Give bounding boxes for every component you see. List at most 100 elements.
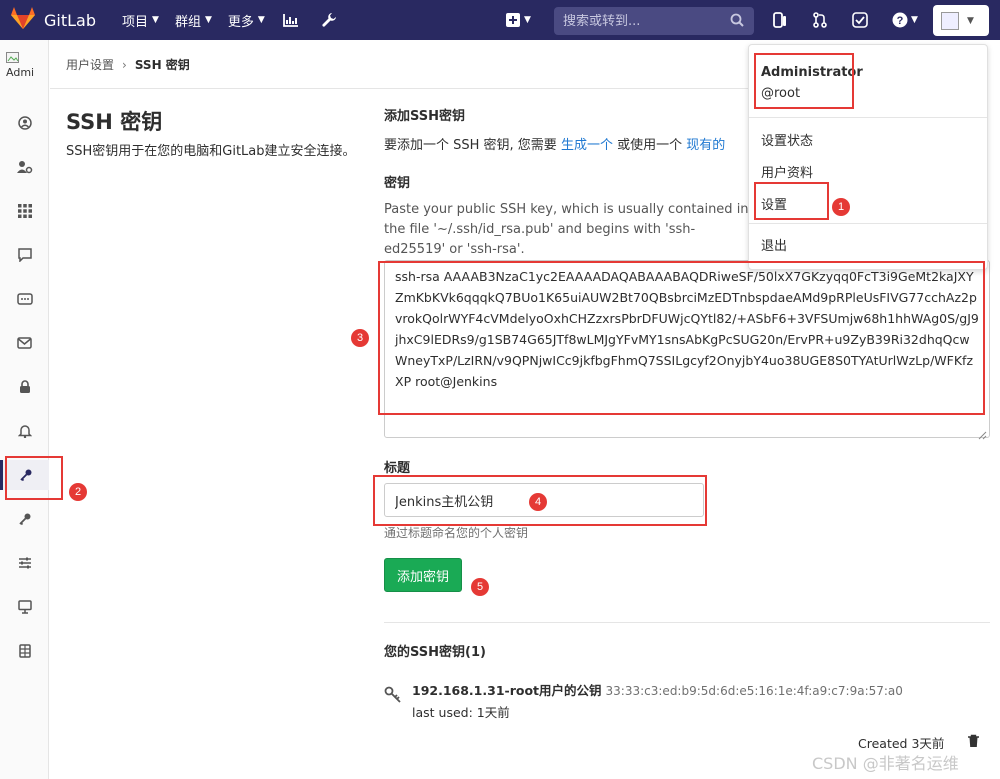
last-used-value: 1天前 <box>476 705 510 720</box>
page-title: SSH 密钥 <box>66 110 163 134</box>
chevron-down-icon: ▼ <box>257 15 265 25</box>
tanuki-icon <box>10 6 36 34</box>
sidebar-item-gpg-keys[interactable] <box>0 504 49 534</box>
add-key-button[interactable]: 添加密钥 <box>384 558 462 592</box>
menu-item-sign-out[interactable]: 退出 <box>761 235 787 254</box>
annotation-marker: 1 <box>832 198 850 216</box>
key-help-text: Paste your public SSH key, which is usua… <box>384 202 749 257</box>
trash-icon[interactable] <box>967 734 980 752</box>
created-label: Created <box>858 736 908 751</box>
intro-text: 或使用一个 <box>612 138 687 153</box>
gitlab-logo[interactable]: GitLab <box>10 6 96 34</box>
menu-label: 更多 <box>227 14 254 30</box>
avatar <box>941 11 959 30</box>
sidebar-item-emails[interactable] <box>0 328 49 358</box>
sidebar-item-access-tokens[interactable] <box>0 284 49 314</box>
generate-key-link[interactable]: 生成一个 <box>561 138 613 153</box>
avatar-alt-text: Admi <box>6 66 35 79</box>
account-gear-icon <box>16 161 32 174</box>
chevron-down-icon: ▼ <box>204 15 212 25</box>
merge-request-icon[interactable] <box>810 10 830 30</box>
sidebar-item-applications[interactable] <box>0 196 49 226</box>
key-last-used: last used: 1天前 <box>412 702 510 721</box>
divider <box>749 223 987 224</box>
nav-shortcuts: ? ▼ <box>770 0 940 40</box>
bell-icon <box>17 425 32 438</box>
annotation-marker: 5 <box>471 578 489 596</box>
sidebar-item-profile[interactable] <box>0 108 49 138</box>
svg-text:?: ? <box>897 15 904 27</box>
issues-icon[interactable] <box>770 10 790 30</box>
key-icon <box>384 686 402 708</box>
annotation-marker: 3 <box>351 329 369 347</box>
menu-label: 项目 <box>122 14 149 30</box>
sidebar-item-notifications[interactable] <box>0 416 49 446</box>
user-menu-button[interactable]: ▼ <box>933 5 989 36</box>
breadcrumb: 用户设置 › SSH 密钥 <box>66 56 190 73</box>
watermark: CSDN @非著名运维 <box>812 754 959 773</box>
help-icon[interactable]: ? ▼ <box>890 10 920 30</box>
add-key-intro: 要添加一个 SSH 密钥, 您需要 生成一个 或使用一个 现有的 <box>384 134 725 153</box>
annotation-box-key <box>378 261 985 415</box>
page-description: SSH密钥用于在您的电脑和GitLab建立安全连接。 <box>66 144 356 159</box>
sidebar-item-password[interactable] <box>0 372 49 402</box>
search-input[interactable] <box>563 13 723 29</box>
main-menu: 项目 ▼ 群组 ▼ 更多 ▼ <box>122 10 357 30</box>
annotation-box-ssh-keys <box>5 456 63 500</box>
menu-item-set-status[interactable]: 设置状态 <box>761 130 813 149</box>
sidebar-item-authentication-log[interactable] <box>0 636 49 666</box>
search-icon <box>730 13 744 31</box>
sidebar-item-preferences[interactable] <box>0 548 49 578</box>
menu-groups[interactable]: 群组 ▼ <box>175 11 212 30</box>
annotation-box-user <box>754 53 854 109</box>
breadcrumb-parent[interactable]: 用户设置 <box>66 56 114 73</box>
todo-check-icon[interactable] <box>850 10 870 30</box>
divider <box>384 622 990 623</box>
add-key-heading: 添加SSH密钥 <box>384 109 466 124</box>
divider <box>50 88 750 89</box>
resize-handle-icon[interactable] <box>977 425 987 440</box>
chevron-down-icon: ▼ <box>967 15 974 26</box>
breadcrumb-current[interactable]: SSH 密钥 <box>135 56 190 73</box>
brand-name: GitLab <box>44 10 96 30</box>
annotation-marker: 2 <box>69 483 87 501</box>
divider <box>749 117 987 118</box>
sidebar-item-chat[interactable] <box>0 240 49 270</box>
profile-icon <box>17 116 32 130</box>
existing-key-link[interactable]: 现有的 <box>686 138 725 153</box>
search-box[interactable] <box>554 7 754 35</box>
key-title-text: 192.168.1.31-root用户的公钥 <box>412 683 602 698</box>
admin-chart-icon[interactable] <box>281 10 301 30</box>
menu-item-profile[interactable]: 用户资料 <box>761 162 813 181</box>
key-label: 密钥 <box>384 176 411 191</box>
comment-icon <box>17 248 32 262</box>
new-item-dropdown[interactable]: ▼ <box>506 0 531 40</box>
annotation-box-settings <box>754 182 829 220</box>
annotation-marker: 4 <box>529 493 547 511</box>
log-table-icon <box>18 644 31 658</box>
chevron-down-icon: ▼ <box>911 15 918 25</box>
mail-icon <box>17 337 32 349</box>
key-title[interactable]: 192.168.1.31-root用户的公钥 33:33:c3:ed:b9:5d:… <box>412 680 903 699</box>
key-icon <box>18 513 30 526</box>
your-keys-heading: 您的SSH密钥(1) <box>384 645 486 660</box>
intro-text: 要添加一个 SSH 密钥, 您需要 <box>384 138 561 153</box>
settings-sidebar: Admi <box>0 40 49 779</box>
chevron-down-icon: ▼ <box>524 15 531 25</box>
top-navbar: GitLab 项目▼ 群组▼ 更多▼ ▼ ? ▼ <box>0 0 1000 40</box>
created-value: 3天前 <box>911 736 945 751</box>
sidebar-item-account[interactable] <box>0 152 49 182</box>
broken-image-icon <box>6 52 19 63</box>
key-fingerprint: 33:33:c3:ed:b9:5d:6d:e5:16:1e:4f:a9:c7:9… <box>605 684 903 698</box>
chevron-down-icon: ▼ <box>152 15 159 25</box>
menu-more[interactable]: 更多 ▼ <box>228 11 265 30</box>
last-used-label: last used: <box>412 705 473 720</box>
sidebar-avatar[interactable]: Admi <box>6 52 42 88</box>
menu-projects[interactable]: 项目 ▼ <box>122 11 159 30</box>
monitor-icon <box>17 600 32 614</box>
menu-label: 群组 <box>174 14 201 30</box>
sidebar-item-active-sessions[interactable] <box>0 592 49 622</box>
plus-square-icon <box>506 13 520 27</box>
applications-grid-icon <box>17 204 32 218</box>
wrench-icon[interactable] <box>319 10 339 30</box>
